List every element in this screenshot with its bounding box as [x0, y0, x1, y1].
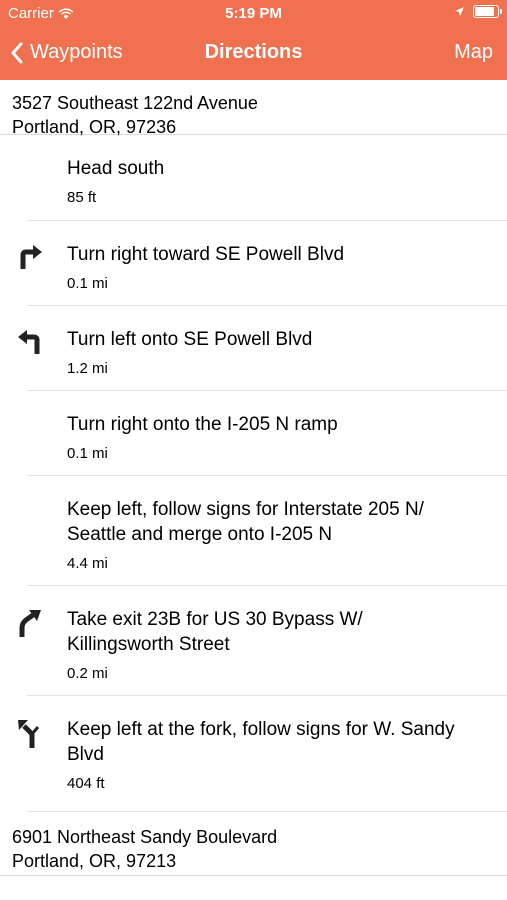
- map-button[interactable]: Map: [454, 41, 493, 64]
- step-distance: 1.2 mi: [67, 360, 108, 377]
- direction-step[interactable]: Keep left, follow signs for Interstate 2…: [27, 476, 507, 586]
- step-distance: 0.1 mi: [67, 275, 108, 292]
- navigation-bar: Waypoints Directions Map: [0, 28, 507, 80]
- status-right: [454, 5, 502, 18]
- step-distance: 85 ft: [67, 189, 97, 206]
- chevron-left-icon: [11, 42, 23, 63]
- end-address-line1: 6901 Northeast Sandy Boulevard: [12, 827, 278, 847]
- turn-left-icon: [18, 330, 40, 354]
- step-instruction: Head south: [67, 158, 165, 179]
- turn-right-icon: [20, 245, 42, 269]
- step-instruction: Turn left onto SE Powell Blvd: [67, 329, 313, 350]
- step-instruction: Turn right onto the I-205 N ramp: [67, 414, 338, 435]
- direction-step[interactable]: Head south 85 ft: [27, 135, 507, 221]
- direction-step[interactable]: Take exit 23B for US 30 Bypass W/ Killin…: [19, 586, 507, 696]
- end-address[interactable]: 6901 Northeast Sandy Boulevard Portland,…: [0, 812, 507, 876]
- step-distance: 404 ft: [67, 775, 105, 792]
- location-arrow-icon: [455, 7, 464, 16]
- back-button[interactable]: Waypoints: [10, 41, 123, 64]
- step-distance: 4.4 mi: [67, 555, 108, 572]
- step-instruction: Keep left at the fork, follow signs for …: [67, 719, 455, 765]
- step-instruction: Take exit 23B for US 30 Bypass W/ Killin…: [67, 609, 363, 655]
- status-time: 5:19 PM: [225, 5, 282, 22]
- direction-step[interactable]: Turn right onto the I-205 N ramp 0.1 mi: [27, 391, 507, 476]
- fork-left-icon: [18, 720, 40, 748]
- battery-icon: [473, 5, 502, 18]
- direction-step[interactable]: Keep left at the fork, follow signs for …: [18, 696, 507, 812]
- step-instruction: Turn right toward SE Powell Blvd: [67, 244, 345, 265]
- status-bar: Carrier 5:19 PM: [0, 0, 507, 28]
- end-address-line2: Portland, OR, 97213: [12, 851, 177, 871]
- direction-step[interactable]: Turn right toward SE Powell Blvd 0.1 mi: [20, 221, 507, 306]
- back-button-label: Waypoints: [30, 41, 123, 63]
- start-address[interactable]: 3527 Southeast 122nd Avenue Portland, OR…: [0, 80, 507, 137]
- start-address-line1: 3527 Southeast 122nd Avenue: [12, 93, 258, 113]
- directions-list: 3527 Southeast 122nd Avenue Portland, OR…: [0, 80, 507, 876]
- step-distance: 0.1 mi: [67, 445, 108, 462]
- step-instruction: Keep left, follow signs for Interstate 2…: [67, 499, 424, 545]
- step-distance: 0.2 mi: [67, 665, 108, 682]
- slight-right-icon: [19, 610, 41, 637]
- direction-step[interactable]: Turn left onto SE Powell Blvd 1.2 mi: [18, 306, 507, 391]
